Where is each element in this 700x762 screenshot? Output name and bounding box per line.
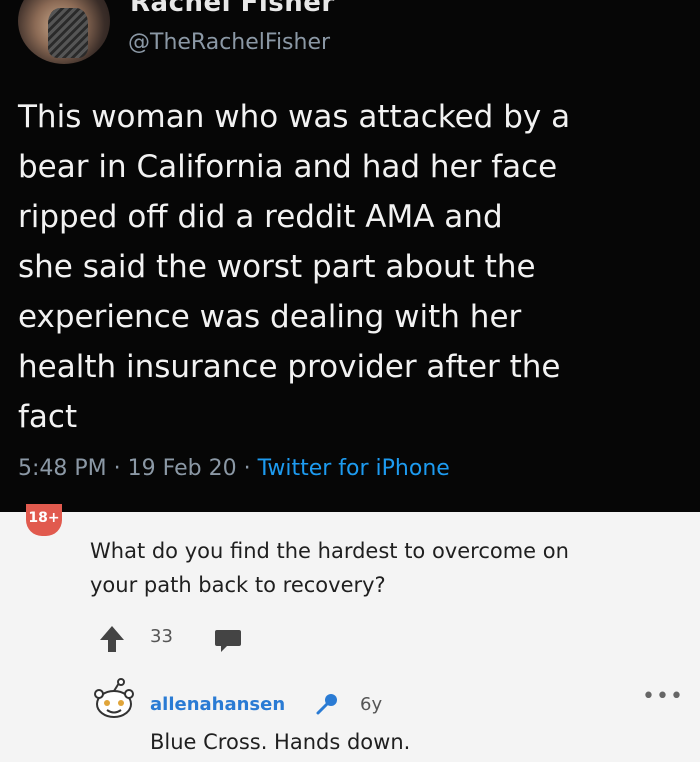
user-handle[interactable]: @TheRachelFisher <box>128 30 330 55</box>
microphone-icon <box>316 694 337 715</box>
nsfw-badge: 18+ <box>26 504 62 536</box>
tweet-text-line: ripped off did a reddit AMA and <box>18 199 503 235</box>
meta-separator: · <box>106 456 128 481</box>
reply-age: 6y <box>360 694 383 715</box>
display-name[interactable]: Rachel Fisher <box>130 0 335 18</box>
question-comment: What do you find the hardest to overcome… <box>90 534 670 602</box>
comment-icon[interactable] <box>214 626 242 654</box>
tweet-date[interactable]: 19 Feb 20 <box>128 456 237 481</box>
more-options-icon[interactable]: ••• <box>642 684 684 709</box>
profile-avatar[interactable] <box>18 0 110 64</box>
reply-username[interactable]: allenahansen <box>150 694 285 715</box>
meta-separator: · <box>236 456 258 481</box>
tweet-text-line: This woman who was attacked by a <box>18 99 571 135</box>
reddit-thread: 18+ What do you find the hardest to over… <box>0 504 700 762</box>
snoo-avatar-icon[interactable] <box>92 678 136 722</box>
tweet-metadata: 5:48 PM · 19 Feb 20 · Twitter for iPhone <box>18 456 450 481</box>
tweet-text: This woman who was attacked by a bear in… <box>18 92 684 442</box>
upvote-count: 33 <box>150 626 173 647</box>
tweet-text-line: health insurance provider after the <box>18 349 561 385</box>
tweet-text-line: she said the worst part about the <box>18 249 536 285</box>
upvote-arrow-icon[interactable] <box>98 624 126 654</box>
tweet-card: Rachel Fisher @TheRachelFisher This woma… <box>0 0 700 512</box>
question-line: your path back to recovery? <box>90 573 386 597</box>
tweet-text-line: bear in California and had her face <box>18 149 558 185</box>
tweet-text-line: experience was dealing with her <box>18 299 522 335</box>
tweet-time[interactable]: 5:48 PM <box>18 456 107 481</box>
question-line: What do you find the hardest to overcome… <box>90 539 569 563</box>
reply-text: Blue Cross. Hands down. <box>150 730 411 754</box>
tweet-source-link[interactable]: Twitter for iPhone <box>258 456 450 481</box>
tweet-text-line: fact <box>18 399 78 435</box>
reply-comment: allenahansen 6y ••• Blue Cross. Hands do… <box>92 670 692 760</box>
